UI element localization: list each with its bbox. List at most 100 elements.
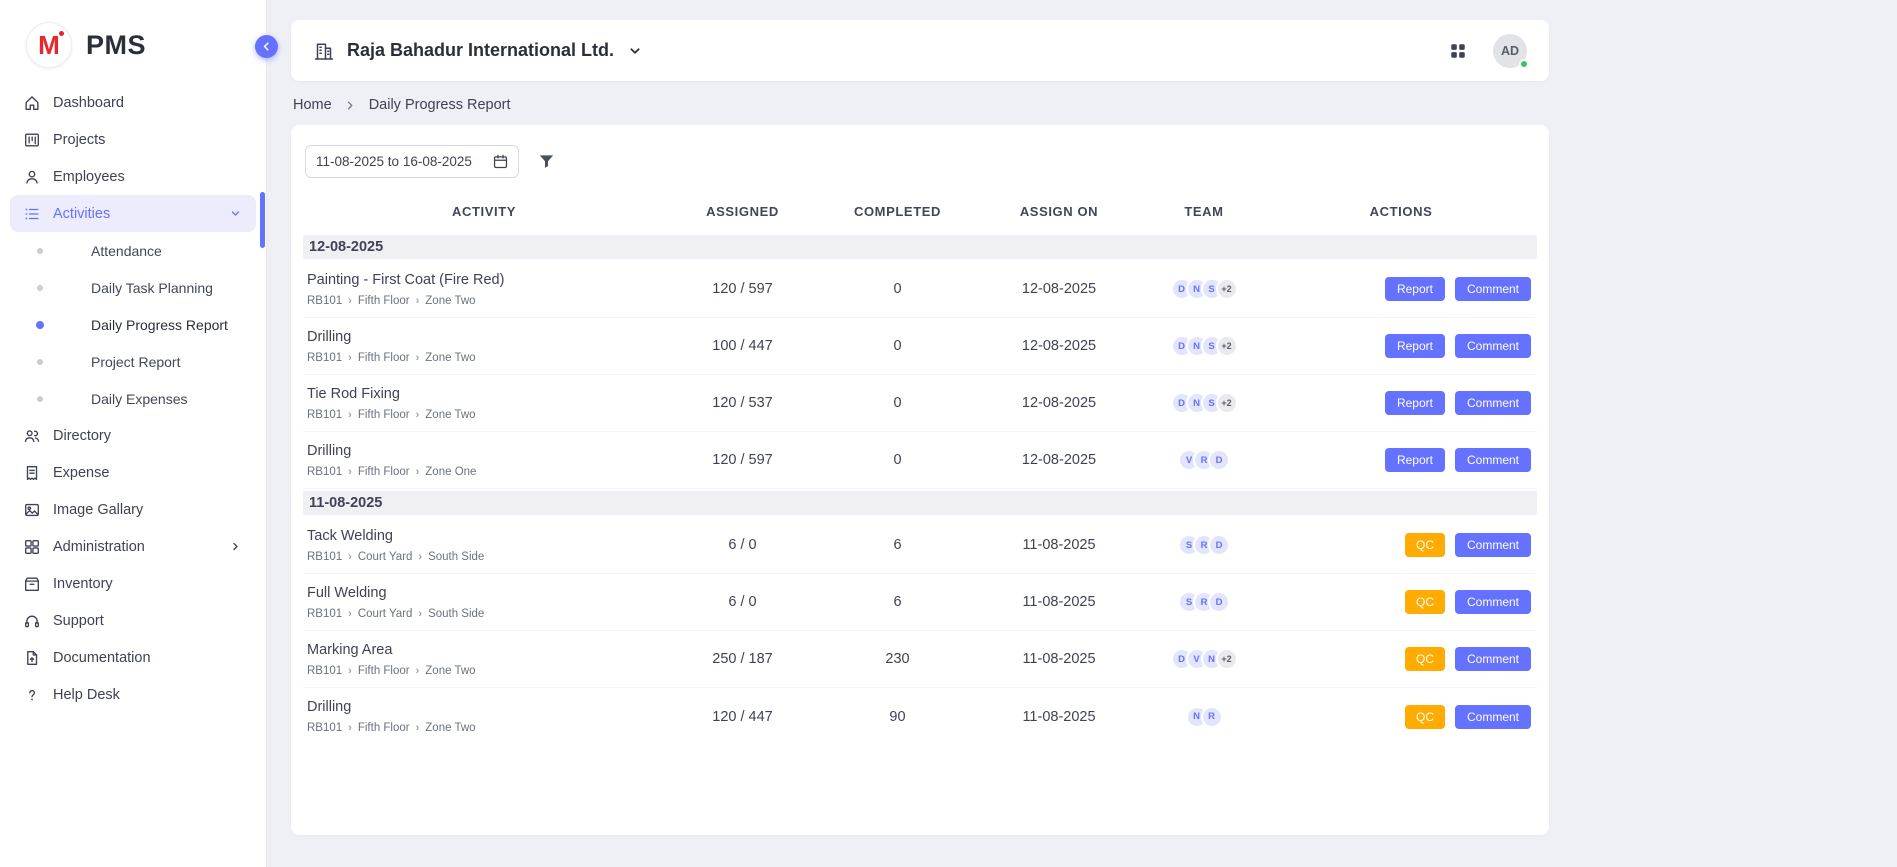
apps-grid-icon[interactable] — [1449, 42, 1467, 60]
location-segment: RB101 — [307, 409, 342, 421]
grid-squares-icon — [1449, 42, 1467, 60]
sidebar-item-label: Expense — [53, 465, 109, 481]
topbar: Raja Bahadur International Ltd. AD — [291, 20, 1549, 81]
sidebar-item-inventory[interactable]: Inventory — [10, 565, 256, 602]
filter-icon[interactable] — [537, 152, 556, 171]
qc-button[interactable]: QC — [1405, 590, 1445, 614]
sidebar-item-administration[interactable]: Administration — [10, 528, 256, 565]
sidebar-subitem-attendance[interactable]: Attendance — [0, 232, 266, 269]
comment-button[interactable]: Comment — [1455, 334, 1531, 358]
sidebar-item-activities[interactable]: Activities — [10, 195, 256, 232]
comment-button[interactable]: Comment — [1455, 448, 1531, 472]
company-selector[interactable]: Raja Bahadur International Ltd. — [313, 40, 644, 62]
comment-button[interactable]: Comment — [1455, 647, 1531, 671]
report-button[interactable]: Report — [1385, 277, 1445, 301]
location-segment: Zone Two — [425, 295, 475, 307]
comment-button[interactable]: Comment — [1455, 391, 1531, 415]
sidebar-item-image-gallary[interactable]: Image Gallary — [10, 491, 256, 528]
sidebar-item-help-desk[interactable]: Help Desk — [10, 676, 256, 713]
row-actions: QC Comment — [1265, 647, 1537, 671]
location-segment: RB101 — [307, 352, 342, 364]
sidebar-item-projects[interactable]: Projects — [10, 121, 256, 158]
column-header-activity: ACTIVITY — [303, 204, 665, 219]
qc-button[interactable]: QC — [1405, 533, 1445, 557]
user-avatar[interactable]: AD — [1493, 34, 1527, 68]
sidebar-collapse-button[interactable] — [255, 35, 278, 58]
assign-on-value: 11-08-2025 — [975, 709, 1143, 725]
team-avatar[interactable]: D — [1208, 534, 1230, 556]
qc-button[interactable]: QC — [1405, 647, 1445, 671]
team-avatar[interactable]: D — [1208, 449, 1230, 471]
activity-location-path: RB101›Fifth Floor›Zone Two — [307, 722, 661, 734]
completed-value: 90 — [820, 709, 975, 725]
app-title: PMS — [86, 30, 146, 61]
breadcrumb-home[interactable]: Home — [293, 97, 332, 113]
assign-on-value: 12-08-2025 — [975, 395, 1143, 411]
team-extra-badge[interactable]: +2 — [1216, 335, 1238, 357]
location-segment: RB101 — [307, 665, 342, 677]
topbar-right: AD — [1449, 34, 1527, 68]
administration-icon — [23, 538, 41, 556]
completed-value: 0 — [820, 452, 975, 468]
sidebar-item-expense[interactable]: Expense — [10, 454, 256, 491]
qc-button[interactable]: QC — [1405, 705, 1445, 729]
comment-button[interactable]: Comment — [1455, 590, 1531, 614]
team-extra-badge[interactable]: +2 — [1216, 392, 1238, 414]
sidebar-item-documentation[interactable]: Documentation — [10, 639, 256, 676]
team-avatar[interactable]: D — [1208, 591, 1230, 613]
logo-row: M PMS — [0, 0, 266, 80]
assigned-value: 100 / 447 — [665, 338, 820, 354]
sidebar-item-label: Support — [53, 613, 104, 629]
sidebar-subitem-project-report[interactable]: Project Report — [0, 343, 266, 380]
chevron-right-icon: › — [416, 665, 420, 677]
activity-title: Drilling — [307, 699, 661, 715]
sidebar-nav: DashboardProjectsEmployeesActivitiesAtte… — [0, 80, 266, 717]
projects-icon — [23, 131, 41, 149]
expense-icon — [23, 464, 41, 482]
sidebar-item-directory[interactable]: Directory — [10, 417, 256, 454]
assign-on-value: 11-08-2025 — [975, 594, 1143, 610]
report-button[interactable]: Report — [1385, 334, 1445, 358]
team-avatars: SRD — [1143, 591, 1265, 613]
activities-icon — [23, 205, 41, 223]
completed-value: 6 — [820, 537, 975, 553]
activity-location-path: RB101›Fifth Floor›Zone Two — [307, 295, 661, 307]
gallery-icon — [23, 501, 41, 519]
completed-value: 0 — [820, 338, 975, 354]
activity-cell: Drilling RB101›Fifth Floor›Zone Two — [303, 321, 665, 372]
sidebar-subitem-label: Daily Progress Report — [91, 317, 228, 333]
avatar-initials: AD — [1501, 44, 1519, 58]
chevron-right-icon: › — [416, 409, 420, 421]
date-range-input[interactable]: 11-08-2025 to 16-08-2025 — [305, 145, 519, 178]
activity-title: Painting - First Coat (Fire Red) — [307, 272, 661, 288]
team-extra-badge[interactable]: +2 — [1216, 278, 1238, 300]
logo: M — [26, 22, 72, 68]
comment-button[interactable]: Comment — [1455, 277, 1531, 301]
table-row: Drilling RB101›Fifth Floor›Zone One 120 … — [303, 432, 1537, 489]
report-button[interactable]: Report — [1385, 391, 1445, 415]
sidebar-scrollbar-thumb[interactable] — [260, 192, 265, 248]
chevron-down-icon — [626, 42, 644, 60]
location-segment: RB101 — [307, 551, 342, 563]
sidebar-item-dashboard[interactable]: Dashboard — [10, 84, 256, 121]
assign-on-value: 12-08-2025 — [975, 281, 1143, 297]
sidebar-subitem-daily-expenses[interactable]: Daily Expenses — [0, 380, 266, 417]
completed-value: 0 — [820, 395, 975, 411]
assign-on-value: 12-08-2025 — [975, 338, 1143, 354]
activity-location-path: RB101›Fifth Floor›Zone Two — [307, 352, 661, 364]
comment-button[interactable]: Comment — [1455, 533, 1531, 557]
report-button[interactable]: Report — [1385, 448, 1445, 472]
team-avatar[interactable]: R — [1201, 706, 1223, 728]
team-avatars: DNS+2 — [1143, 278, 1265, 300]
company-name: Raja Bahadur International Ltd. — [347, 40, 614, 61]
sidebar-item-support[interactable]: Support — [10, 602, 256, 639]
sidebar-subitem-daily-progress-report[interactable]: Daily Progress Report — [0, 306, 266, 343]
assign-on-value: 11-08-2025 — [975, 537, 1143, 553]
comment-button[interactable]: Comment — [1455, 705, 1531, 729]
sidebar-item-label: Image Gallary — [53, 502, 143, 518]
sidebar-item-employees[interactable]: Employees — [10, 158, 256, 195]
sidebar-subitem-daily-task-planning[interactable]: Daily Task Planning — [0, 269, 266, 306]
team-extra-badge[interactable]: +2 — [1216, 648, 1238, 670]
assign-on-value: 11-08-2025 — [975, 651, 1143, 667]
calendar-icon — [492, 153, 509, 170]
